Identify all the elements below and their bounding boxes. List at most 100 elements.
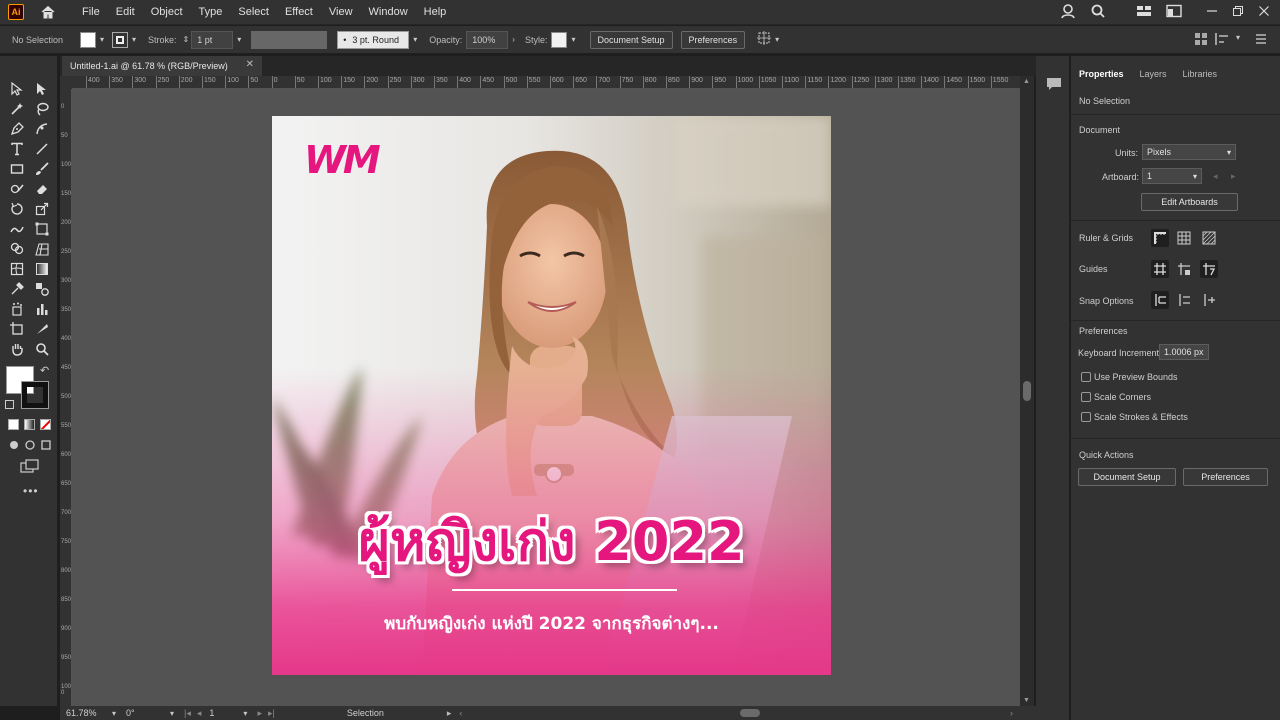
snap-to-pixel-icon[interactable]: [1175, 291, 1193, 309]
default-colors-icon[interactable]: [5, 400, 14, 409]
workspace-icon[interactable]: [1166, 4, 1182, 21]
zoom-tool-icon[interactable]: [33, 340, 51, 358]
magic-wand-tool-icon[interactable]: [8, 100, 26, 118]
keyboard-increment-field[interactable]: 1.0006 px: [1159, 344, 1209, 360]
artboard-number[interactable]: 1: [209, 708, 239, 718]
shape-builder-tool-icon[interactable]: [8, 240, 26, 258]
rotate-tool-icon[interactable]: [8, 200, 26, 218]
eyedropper-tool-icon[interactable]: [8, 280, 26, 298]
previous-artboard-icon[interactable]: ◂: [1213, 171, 1218, 182]
eraser-tool-icon[interactable]: [33, 180, 51, 198]
arrange-documents-icon[interactable]: [1136, 4, 1152, 21]
direct-selection-tool-icon[interactable]: [33, 80, 51, 98]
menu-edit[interactable]: Edit: [108, 0, 143, 25]
panel-tab-layers[interactable]: Layers: [1132, 64, 1175, 84]
horizontal-ruler[interactable]: 400 350 300 250 200 150 100 50 0 50 100 150 200 250 30…: [72, 76, 1020, 89]
zoom-level[interactable]: 61.78%: [66, 708, 108, 718]
artboard-tool-icon[interactable]: [8, 320, 26, 338]
edit-toolbar-icon[interactable]: •••: [23, 484, 39, 498]
stroke-weight-field[interactable]: 1 pt: [191, 30, 234, 49]
column-graph-tool-icon[interactable]: [33, 300, 51, 318]
transform-icon[interactable]: [757, 31, 772, 48]
snap-to-point-icon[interactable]: [1151, 291, 1169, 309]
show-guides-icon[interactable]: [1151, 260, 1169, 278]
stroke-color-icon[interactable]: [21, 381, 49, 409]
chevron-down-icon[interactable]: ▾: [243, 709, 247, 718]
graphic-style-swatch[interactable]: [551, 31, 568, 48]
preferences-button[interactable]: Preferences: [680, 30, 746, 49]
menu-select[interactable]: Select: [230, 0, 277, 25]
grid-icon[interactable]: [1175, 229, 1193, 247]
curvature-tool-icon[interactable]: [33, 120, 51, 138]
previous-artboard-icon[interactable]: ◂: [197, 708, 202, 719]
use-preview-bounds-checkbox[interactable]: [1081, 372, 1091, 382]
selection-tool-icon[interactable]: [8, 80, 26, 98]
edit-artboards-button[interactable]: Edit Artboards: [1141, 193, 1238, 211]
menu-window[interactable]: Window: [361, 0, 416, 25]
draw-behind-icon[interactable]: [24, 439, 36, 454]
menu-help[interactable]: Help: [416, 0, 455, 25]
quick-document-setup-button[interactable]: Document Setup: [1078, 468, 1176, 486]
perspective-grid-tool-icon[interactable]: [33, 240, 51, 258]
home-icon[interactable]: [40, 4, 56, 20]
chevron-down-icon[interactable]: ▾: [1236, 33, 1240, 42]
mesh-tool-icon[interactable]: [8, 260, 26, 278]
warp-tool-icon[interactable]: [8, 220, 26, 238]
vertical-ruler[interactable]: 0 50 100 150 200 250 300 350 400 450 500 550 600 650 7…: [60, 89, 72, 706]
menu-type[interactable]: Type: [191, 0, 231, 25]
transparency-grid-icon[interactable]: [1200, 229, 1218, 247]
gradient-tool-icon[interactable]: [33, 260, 51, 278]
artboard[interactable]: WM ผู้หญิงเก่ง 2022 พบกับหญิงเก่ง แห่งปี…: [272, 116, 831, 675]
paintbrush-tool-icon[interactable]: [33, 160, 51, 178]
snap-to-glyph-icon[interactable]: [1200, 291, 1218, 309]
last-artboard-icon[interactable]: ▸|: [268, 708, 275, 719]
color-mode-icon[interactable]: [8, 419, 19, 430]
rotation-value[interactable]: 0°: [126, 708, 166, 718]
lasso-tool-icon[interactable]: [33, 100, 51, 118]
next-artboard-icon[interactable]: ▸: [257, 708, 262, 719]
panel-tab-properties[interactable]: Properties: [1071, 64, 1132, 84]
scroll-left-icon[interactable]: ‹: [459, 708, 462, 718]
chevron-down-icon[interactable]: ▾: [132, 35, 136, 44]
vertical-scrollbar[interactable]: ▲ ▼: [1020, 76, 1034, 706]
menu-object[interactable]: Object: [143, 0, 191, 25]
lock-guides-icon[interactable]: [1175, 260, 1193, 278]
user-icon[interactable]: [1060, 3, 1076, 22]
chevron-right-icon[interactable]: ›: [512, 35, 515, 44]
scale-strokes-checkbox[interactable]: [1081, 412, 1091, 422]
ruler-origin[interactable]: [60, 76, 72, 89]
symbol-sprayer-tool-icon[interactable]: [8, 300, 26, 318]
type-tool-icon[interactable]: [8, 140, 26, 158]
menu-file[interactable]: File: [74, 0, 108, 25]
draw-inside-icon[interactable]: [40, 439, 52, 454]
screen-mode-icon[interactable]: [20, 459, 40, 476]
brush-definition[interactable]: • 3 pt. Round: [337, 30, 410, 49]
document-tab[interactable]: Untitled-1.ai @ 61.78 % (RGB/Preview) ✕: [62, 56, 262, 76]
swap-colors-icon[interactable]: ↶: [40, 364, 49, 377]
hand-tool-icon[interactable]: [8, 340, 26, 358]
panel-menu-icon[interactable]: [1254, 32, 1268, 49]
chevron-down-icon[interactable]: ▾: [100, 35, 104, 44]
chevron-down-icon[interactable]: ▾: [775, 35, 779, 44]
free-transform-tool-icon[interactable]: [33, 220, 51, 238]
chevron-down-icon[interactable]: ▾: [170, 709, 174, 718]
blend-tool-icon[interactable]: [33, 280, 51, 298]
rulers-icon[interactable]: [1151, 229, 1169, 247]
quick-preferences-button[interactable]: Preferences: [1183, 468, 1268, 486]
pen-tool-icon[interactable]: [8, 120, 26, 138]
chevron-down-icon[interactable]: ▾: [237, 35, 241, 44]
next-artboard-icon[interactable]: ▸: [1231, 171, 1236, 182]
vertical-scroll-thumb[interactable]: [1023, 381, 1031, 401]
menu-view[interactable]: View: [321, 0, 361, 25]
smart-guides-icon[interactable]: [1200, 260, 1218, 278]
close-tab-icon[interactable]: ✕: [246, 59, 254, 70]
snap-icon[interactable]: [1214, 32, 1230, 49]
units-select[interactable]: Pixels ▾: [1142, 144, 1236, 160]
draw-normal-icon[interactable]: [8, 439, 20, 454]
stroke-stepper-icon[interactable]: ⇕: [183, 35, 190, 44]
canvas-area[interactable]: WM ผู้หญิงเก่ง 2022 พบกับหญิงเก่ง แห่งปี…: [72, 89, 1020, 706]
rectangle-tool-icon[interactable]: [8, 160, 26, 178]
minimize-icon[interactable]: [1206, 5, 1218, 20]
shaper-tool-icon[interactable]: [8, 180, 26, 198]
menu-effect[interactable]: Effect: [277, 0, 321, 25]
